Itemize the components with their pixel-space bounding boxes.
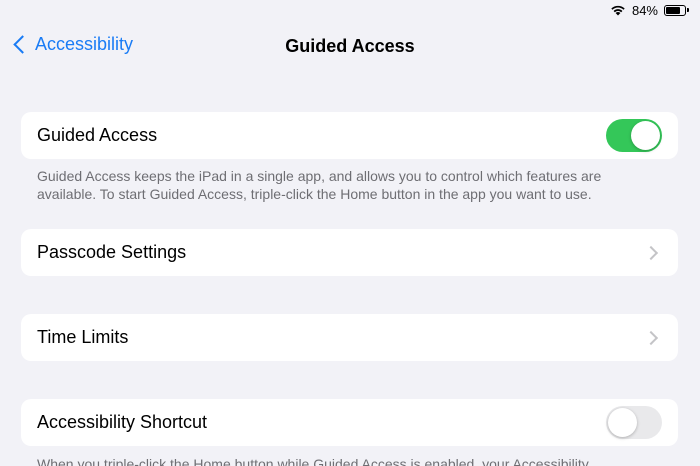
guided-access-settings-screen: 84% Accessibility Guided Access Guided A…	[0, 0, 700, 466]
battery-percentage: 84%	[631, 2, 658, 18]
passcode-settings-label: Passcode Settings	[37, 242, 187, 262]
accessibility-shortcut-description: When you triple-click the Home button wh…	[37, 456, 589, 466]
guided-access-toggle[interactable]	[606, 119, 662, 152]
guided-access-description: Guided Access keeps the iPad in a single…	[37, 168, 602, 202]
wifi-icon	[611, 5, 625, 16]
toggle-knob	[631, 121, 660, 150]
back-button[interactable]: Accessibility	[12, 34, 133, 55]
chevron-right-icon	[643, 330, 659, 345]
time-limits-label: Time Limits	[37, 327, 129, 347]
navigation-bar: Accessibility Guided Access	[0, 28, 700, 68]
accessibility-shortcut-row: Accessibility Shortcut	[21, 399, 678, 446]
battery-icon	[664, 4, 689, 16]
toggle-knob	[608, 408, 637, 437]
back-button-label: Accessibility	[35, 34, 134, 54]
status-bar: 84%	[610, 0, 689, 20]
chevron-right-icon	[643, 245, 659, 260]
guided-access-label: Guided Access	[37, 125, 158, 145]
accessibility-shortcut-label: Accessibility Shortcut	[37, 412, 208, 432]
chevron-left-icon	[13, 35, 32, 54]
guided-access-row: Guided Access	[21, 112, 678, 159]
time-limits-row[interactable]: Time Limits	[21, 314, 678, 361]
passcode-settings-row[interactable]: Passcode Settings	[21, 229, 678, 276]
accessibility-shortcut-toggle[interactable]	[606, 406, 662, 439]
battery-level-fill	[666, 6, 681, 14]
